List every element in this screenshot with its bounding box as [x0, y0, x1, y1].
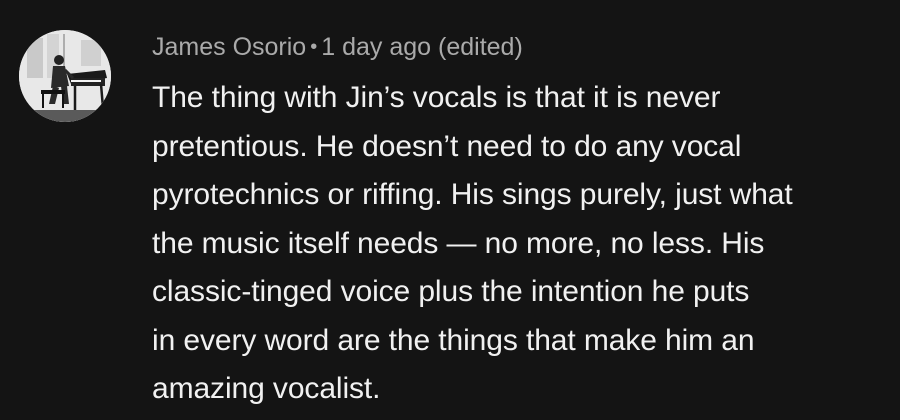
separator-dot: • — [310, 36, 318, 58]
comment-line: amazing vocalist. — [152, 372, 381, 405]
comment-line: in every word are the things that make h… — [152, 323, 755, 357]
comment-line: pyrotechnics or riffing. His sings purel… — [152, 178, 793, 211]
comment-body: The thing with Jin’s vocals is that it i… — [152, 74, 892, 414]
comment-header: James Osorio • 1 day ago (edited) — [152, 31, 523, 65]
comment-thread-item: James Osorio • 1 day ago (edited) The thin… — [0, 0, 900, 420]
comment-line: the music itself needs — no more, no les… — [152, 226, 765, 260]
comment-line: The thing with Jin’s vocals is that it i… — [152, 81, 721, 114]
timestamp[interactable]: 1 day ago — [321, 33, 431, 61]
edited-label: (edited) — [438, 33, 523, 61]
comment-line: pretentious. He doesn’t need to do any v… — [152, 129, 742, 163]
avatar-photo-icon — [19, 30, 111, 122]
author-name[interactable]: James Osorio — [152, 33, 306, 61]
avatar[interactable] — [19, 30, 111, 122]
comment-line: classic-tinged voice plus the intention … — [152, 275, 750, 308]
